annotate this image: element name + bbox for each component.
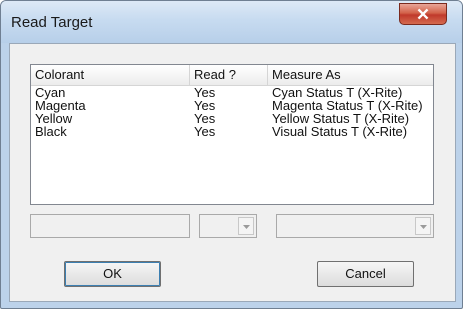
colorant-list[interactable]: Colorant Read ? Measure As Cyan Yes Cyan… [30,64,434,205]
column-header-read[interactable]: Read ? [190,65,268,85]
colorant-name-field[interactable] [30,214,190,238]
column-header-measure-as[interactable]: Measure As [268,65,433,85]
ok-button[interactable]: OK [64,261,161,287]
column-header-colorant[interactable]: Colorant [31,65,190,85]
read-dropdown-arrow[interactable] [238,217,254,235]
window-title: Read Target [11,14,93,31]
chevron-down-icon [243,225,250,229]
measure-as-cell: Visual Status T (X-Rite) [272,124,408,139]
title-bar[interactable]: Read Target [1,1,462,43]
cancel-button[interactable]: Cancel [317,261,414,287]
read-target-dialog: Read Target Colorant Read ? Measure As C… [0,0,463,309]
colorant-cell: Black [35,124,67,139]
measure-as-dropdown[interactable] [276,214,434,238]
close-button[interactable] [399,3,447,25]
close-icon [417,8,429,20]
list-body: Cyan Yes Cyan Status T (X-Rite) Magenta … [31,86,433,138]
measure-as-dropdown-arrow[interactable] [415,217,431,235]
read-cell: Yes [194,124,216,139]
dialog-client-area: Colorant Read ? Measure As Cyan Yes Cyan… [9,43,456,302]
list-item[interactable]: Black Yes Visual Status T (X-Rite) [31,125,433,138]
read-dropdown[interactable] [199,214,257,238]
chevron-down-icon [420,225,427,229]
list-header: Colorant Read ? Measure As [31,65,433,86]
